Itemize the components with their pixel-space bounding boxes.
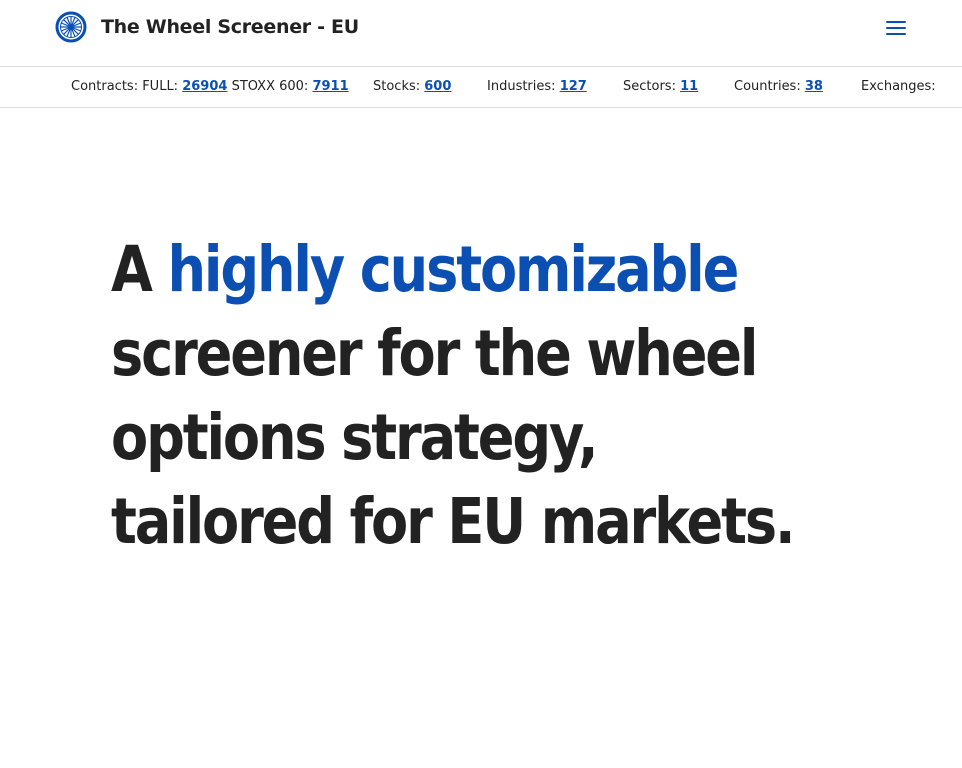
stoxx-label: STOXX 600: <box>227 79 313 94</box>
brand-link[interactable]: The Wheel Screener - EU <box>55 11 359 43</box>
sectors-link[interactable]: 11 <box>680 79 698 94</box>
stat-stocks: Stocks: 600 <box>373 79 451 94</box>
site-header: The Wheel Screener - EU <box>0 0 962 67</box>
countries-label: Countries: <box>734 79 805 94</box>
wheel-icon <box>55 11 87 43</box>
contracts-label: Contracts: FULL: <box>71 79 183 94</box>
stat-countries: Countries: 38 <box>734 79 823 94</box>
hero-line-3: options strategy, <box>111 401 599 474</box>
stoxx-600-link[interactable]: 7911 <box>312 79 348 94</box>
stat-sectors: Sectors: 11 <box>623 79 698 94</box>
hero-line-1: A highly customizable <box>111 228 782 312</box>
stat-contracts: Contracts: FULL: 26904 STOXX 600: 7911 <box>71 79 349 94</box>
stats-bar: Contracts: FULL: 26904 STOXX 600: 7911 S… <box>0 67 962 108</box>
site-title: The Wheel Screener - EU <box>101 16 359 38</box>
stocks-label: Stocks: <box>373 79 425 94</box>
stat-exchanges: Exchanges: <box>861 79 936 94</box>
sectors-label: Sectors: <box>623 79 681 94</box>
hero-line-4: tailored for EU markets. <box>111 485 796 558</box>
hero-headline: A highly customizable screener for the w… <box>111 228 796 564</box>
stat-industries: Industries: 127 <box>487 79 587 94</box>
hamburger-menu-icon[interactable] <box>884 18 908 38</box>
hero-prefix: A <box>111 233 168 306</box>
industries-link[interactable]: 127 <box>560 79 587 94</box>
exchanges-label: Exchanges: <box>861 79 936 94</box>
contracts-full-link[interactable]: 26904 <box>182 79 227 94</box>
stocks-link[interactable]: 600 <box>424 79 451 94</box>
industries-label: Industries: <box>487 79 560 94</box>
hero-line-2: screener for the wheel <box>111 317 758 390</box>
countries-link[interactable]: 38 <box>805 79 823 94</box>
hero-highlight: highly customizable <box>167 233 740 306</box>
